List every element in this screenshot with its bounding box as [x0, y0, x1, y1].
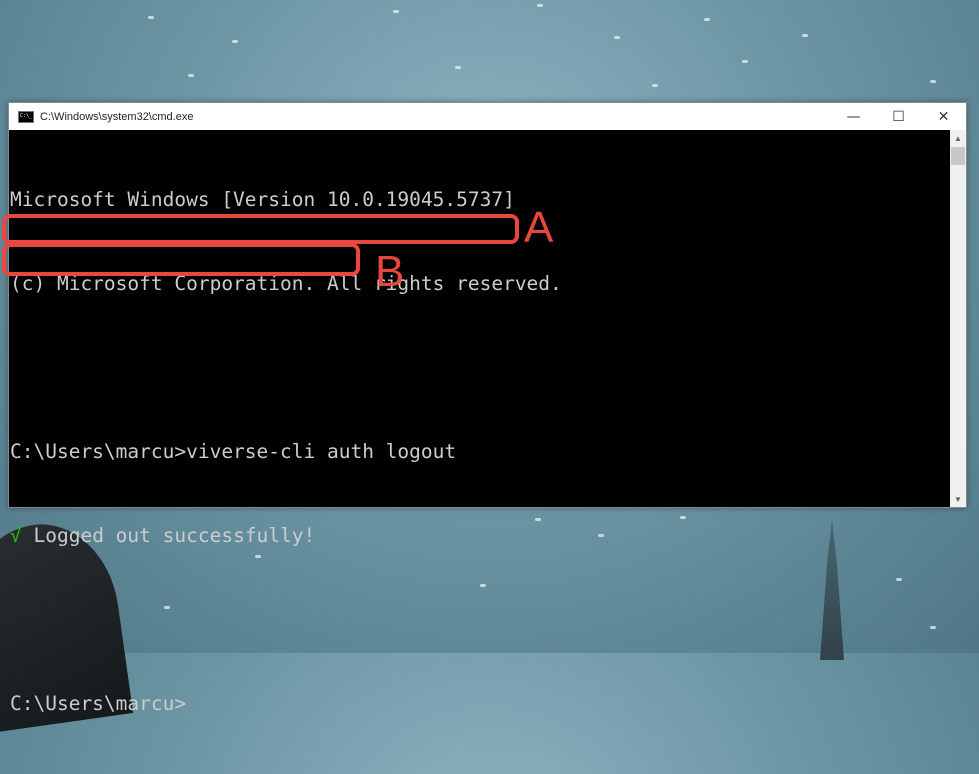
minimize-button[interactable]: — [831, 103, 876, 130]
console-output[interactable]: Microsoft Windows [Version 10.0.19045.57… [9, 130, 951, 715]
maximize-button[interactable]: ☐ [876, 103, 921, 130]
console-line-blank [10, 354, 951, 382]
vertical-scrollbar[interactable]: ▲ ▼ [950, 130, 966, 507]
scroll-up-arrow-icon[interactable]: ▲ [950, 130, 966, 146]
highlight-label-b: B [375, 247, 405, 296]
highlight-box-b [2, 243, 360, 276]
scroll-down-arrow-icon[interactable]: ▼ [950, 491, 966, 507]
window-controls: — ☐ ✕ [831, 103, 966, 130]
scroll-thumb[interactable] [951, 147, 965, 165]
logout-success-text: Logged out successfully! [33, 524, 316, 547]
window-title: C:\Windows\system32\cmd.exe [40, 110, 194, 123]
console-line-blank-2 [10, 606, 951, 634]
console-prompt[interactable]: C:\Users\marcu> [10, 690, 951, 718]
close-button[interactable]: ✕ [921, 103, 966, 130]
cmd-app-icon[interactable] [18, 110, 34, 123]
cmd-window[interactable]: C:\Windows\system32\cmd.exe — ☐ ✕ Micros… [8, 102, 967, 715]
highlight-box-a [2, 214, 519, 244]
console-line-logout-result: √ Logged out successfully! [10, 522, 951, 550]
console-line-version: Microsoft Windows [Version 10.0.19045.57… [10, 188, 515, 211]
check-mark-icon: √ [10, 524, 22, 547]
highlight-label-a: A [524, 203, 554, 252]
console-line-logout-command: C:\Users\marcu>viverse-cli auth logout [10, 440, 457, 463]
title-bar[interactable]: C:\Windows\system32\cmd.exe — ☐ ✕ [9, 103, 966, 130]
